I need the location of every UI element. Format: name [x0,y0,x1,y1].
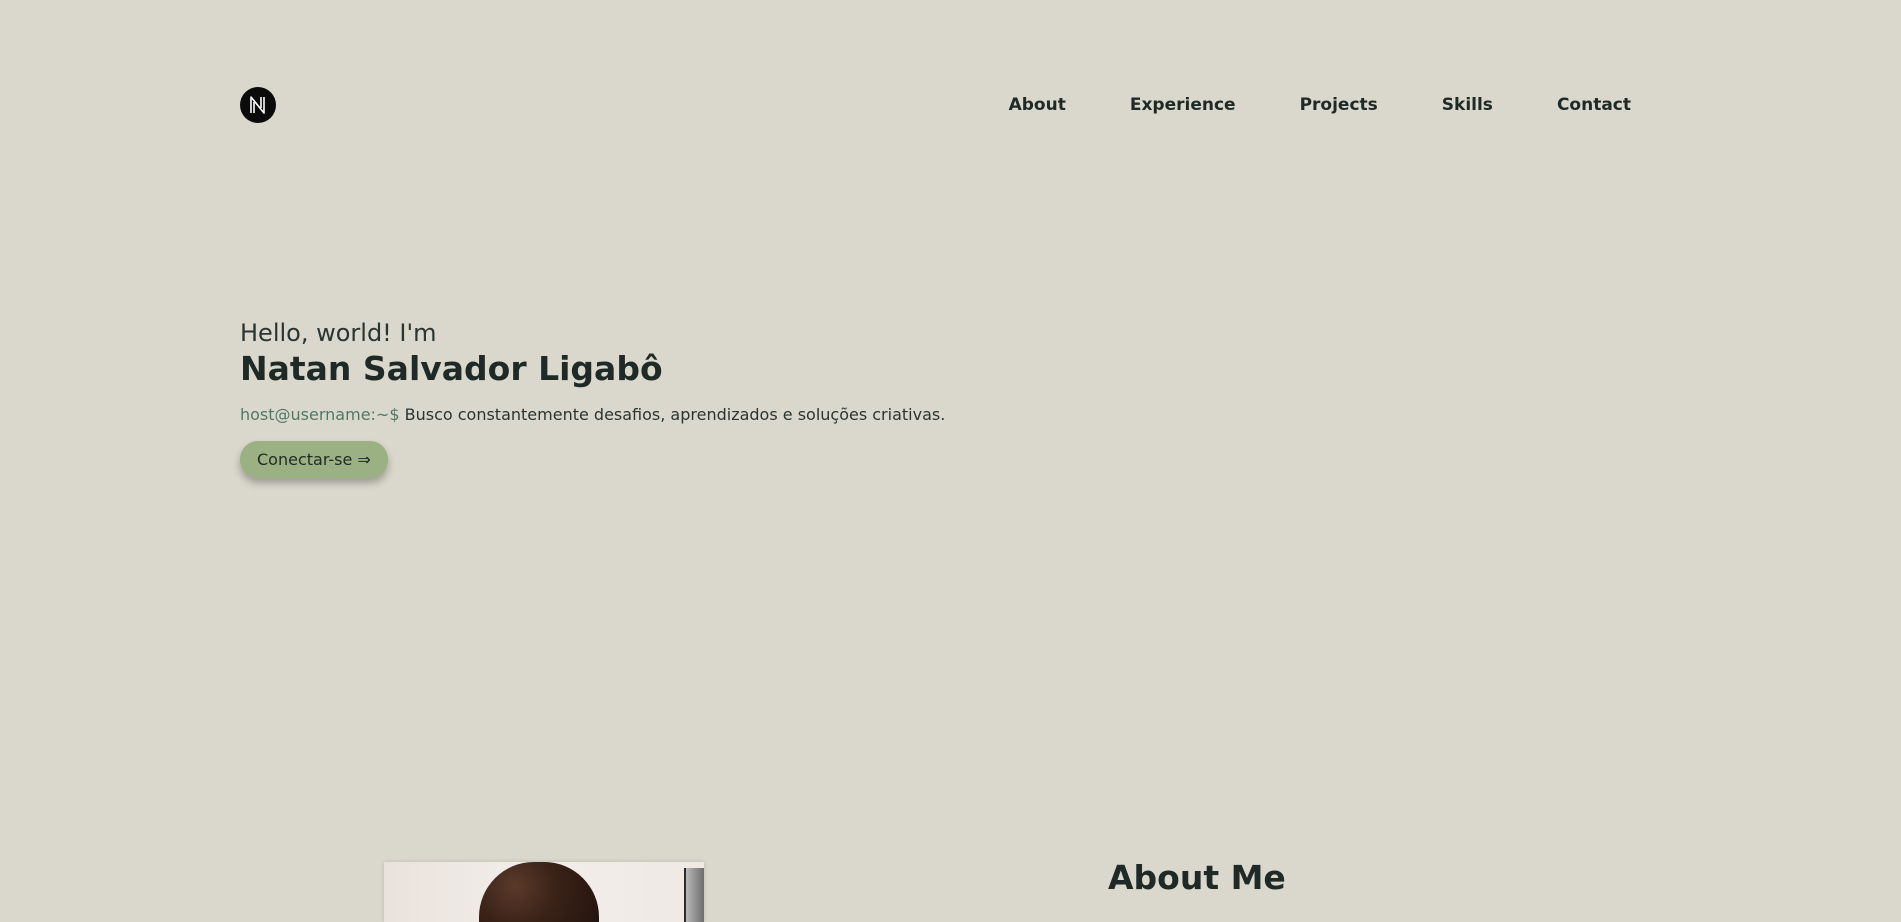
hero-greeting: Hello, world! I'm [240,319,437,347]
hero-tagline-line: host@username:~$ Busco constantemente de… [240,404,945,426]
main-nav: About Experience Projects Skills Contact [1009,93,1631,117]
hero-section: Hello, world! I'm Natan Salvador Ligabô … [240,318,945,478]
connect-button[interactable]: Conectar-se ⇒ [240,441,388,478]
terminal-prompt: host@username:~$ [240,405,400,424]
nav-item-skills[interactable]: Skills [1442,93,1493,117]
about-photo [384,862,704,922]
nav-item-contact[interactable]: Contact [1557,93,1631,117]
hero-name: Natan Salvador Ligabô [240,349,663,388]
nav-item-experience[interactable]: Experience [1130,93,1236,117]
n-monogram-icon [250,96,265,114]
hero-tagline: Busco constantemente desafios, aprendiza… [404,405,946,424]
nav-item-projects[interactable]: Projects [1300,93,1378,117]
nav-item-about[interactable]: About [1009,93,1066,117]
about-title: About Me [1108,858,1286,897]
photo-hair [479,862,599,922]
logo-icon[interactable] [240,87,276,123]
